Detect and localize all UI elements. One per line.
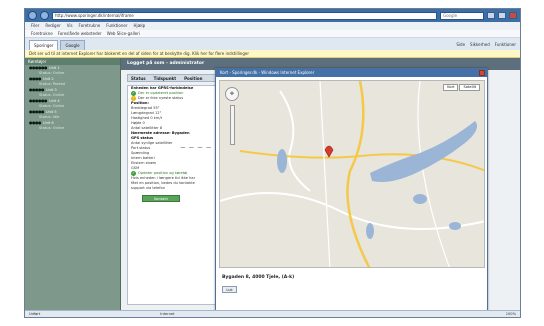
- popup-title: Kort - Sporinger.dk - Windows Internet E…: [216, 69, 487, 77]
- status-bar: Udført Internet 100%: [25, 310, 520, 317]
- favorites-bar: Foretrukne Foreslåede websteder Web Slic…: [25, 30, 520, 38]
- map-view[interactable]: Kort Satellit ✥: [219, 80, 485, 268]
- tab-google[interactable]: Google: [60, 40, 85, 50]
- column-position[interactable]: Position: [184, 75, 202, 81]
- menu-edit[interactable]: Rediger: [45, 22, 60, 30]
- column-status[interactable]: Status: [131, 75, 146, 81]
- panel-line-text: support via telefon: [131, 186, 165, 190]
- panel-line-text: Nærmeste adresse: Bygaden: [131, 131, 190, 135]
- minimize-button[interactable]: [487, 12, 495, 19]
- map-type-toggle: Kort Satellit: [443, 84, 480, 91]
- position-panel: Enheden har GPRS-forbindelse ✓ Der er opda…: [127, 85, 217, 305]
- forward-button[interactable]: [40, 11, 49, 20]
- unit-list: ●●●●●● Unit 1 Status: Online ●●●● Unit 2 Stat…: [25, 65, 120, 131]
- status-text: Udført: [29, 312, 41, 316]
- panel-line-text: Der er opdateret position: [138, 91, 184, 95]
- panel-line: support via telefon: [128, 186, 216, 191]
- panel-line-text: Opdater position og køretøj: [138, 171, 188, 175]
- panel-line-text: Position:: [131, 101, 149, 105]
- browser-window: http://www.sporinger.dk/internal/iframe …: [24, 8, 521, 318]
- sidebar-title: Køretøjer: [25, 58, 120, 65]
- menu-favorites[interactable]: Foretrukne: [79, 22, 101, 30]
- map-type-satellite[interactable]: Satellit: [459, 84, 480, 91]
- panel-line-text: Port status: [131, 146, 151, 150]
- panel-line-text: fået en position, bedes du kontakte: [131, 181, 195, 185]
- menu-file[interactable]: Filer: [31, 22, 39, 30]
- status-right: 100%: [506, 311, 520, 317]
- menu-help[interactable]: Hjælp: [133, 22, 145, 30]
- search-input[interactable]: Google: [440, 11, 484, 20]
- favorites-suggested[interactable]: Foreslåede websteder: [58, 30, 102, 37]
- address-bar[interactable]: http://www.sporinger.dk/internal/iframe: [52, 11, 437, 20]
- panel-line-text: Spænding: [131, 151, 150, 155]
- vehicle-sidebar: Køretøjer ●●●●●● Unit 1 Status: Online ●●●●…: [25, 58, 121, 312]
- map-type-map[interactable]: Kort: [443, 84, 459, 91]
- favorites-webslice[interactable]: Web Slice-galleri: [107, 30, 140, 37]
- lake-small: [413, 194, 427, 204]
- panel-line-text: Enheden har GPRS-forbindelse: [131, 86, 194, 90]
- zoom-level[interactable]: 100%: [506, 311, 516, 317]
- menu-view[interactable]: Vis: [67, 22, 73, 30]
- close-button[interactable]: [509, 12, 517, 19]
- lake-east: [449, 222, 461, 230]
- tool-safety[interactable]: Sikkerhed: [470, 40, 490, 50]
- contact-button[interactable]: Kontakt: [142, 195, 180, 202]
- panel-line-text: GSM: [131, 166, 140, 170]
- lake-west: [277, 149, 287, 173]
- menu-bar: Filer Rediger Vis Foretrukne Funktioner …: [25, 22, 520, 30]
- panel-line-text: Antal satellitter 8: [131, 126, 163, 130]
- tool-tools[interactable]: Funktioner: [495, 40, 516, 50]
- panel-line-text: Hastighed 0 km/t: [131, 116, 163, 120]
- panel-line-text: Intern batteri: [131, 156, 155, 160]
- status-zone: Internet: [160, 312, 175, 316]
- port-status-dashes: — — — —: [180, 146, 213, 151]
- menu-tools[interactable]: Funktioner: [106, 22, 127, 30]
- panel-lines: Enheden har GPRS-forbindelse ✓ Der er opda…: [128, 86, 216, 191]
- panel-line-text: Længdegrad 12°: [131, 111, 162, 115]
- popup-address: Bygaden 8, 4000 Tjele, (A-k): [222, 275, 295, 280]
- tab-sporinger[interactable]: Sporinger: [29, 40, 59, 50]
- panel-line-text: Antal synlige satellitter: [131, 141, 173, 145]
- title-bar: http://www.sporinger.dk/internal/iframe …: [25, 9, 520, 22]
- panel-line-text: Højde 0: [131, 121, 145, 125]
- panel-line-text: Ekstern strøm: [131, 161, 157, 165]
- back-button[interactable]: [28, 11, 37, 20]
- tab-tools: Side Sikkerhed Funktioner: [456, 40, 520, 50]
- popup-close-button[interactable]: [479, 70, 485, 76]
- panel-line-text: GPS status: [131, 136, 154, 140]
- panel-line-text: Hvis enheden i længere tid ikke har: [131, 176, 196, 180]
- map-popup-window: Kort - Sporinger.dk - Windows Internet E…: [215, 68, 488, 312]
- popup-ok-button[interactable]: Luk: [222, 286, 237, 293]
- favorites-star[interactable]: Foretrukne: [31, 30, 53, 37]
- tool-page[interactable]: Side: [456, 40, 465, 50]
- tab-bar: Sporinger Google Side Sikkerhed Funktion…: [25, 38, 520, 50]
- panel-line-text: Breddegrad 55°: [131, 106, 160, 110]
- maximize-button[interactable]: [498, 12, 506, 19]
- panel-line-text: Der er ikke nyeste status: [138, 96, 184, 100]
- unit-status-text: Status: Online: [39, 126, 65, 130]
- lake-south: [366, 223, 374, 239]
- info-bar[interactable]: Det ser ud til at internet Explorer har …: [25, 50, 520, 58]
- column-time[interactable]: Tidspunkt: [154, 75, 176, 81]
- pan-control-icon[interactable]: ✥: [225, 87, 239, 101]
- zoom-slider[interactable]: [230, 105, 235, 145]
- map-canvas: [220, 81, 484, 267]
